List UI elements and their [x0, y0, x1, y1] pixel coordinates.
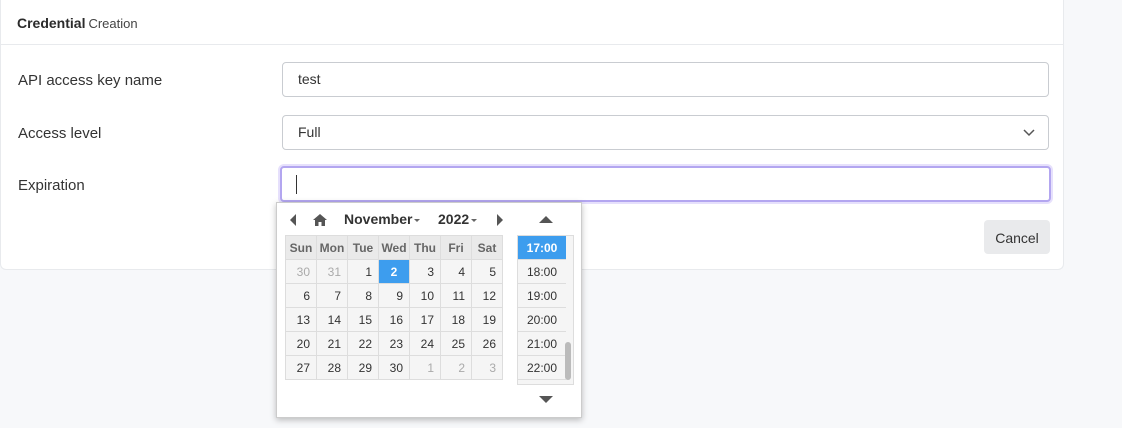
- caret-down-icon: [414, 218, 421, 222]
- time-option[interactable]: 18:00: [518, 260, 566, 284]
- time-option[interactable]: 21:00: [518, 332, 566, 356]
- calendar-day-selected[interactable]: 2: [378, 259, 410, 284]
- text-caret: [296, 175, 297, 194]
- weekday-header: Mon: [316, 235, 348, 260]
- api-key-name-label: API access key name: [18, 72, 163, 89]
- calendar-day[interactable]: 7: [316, 283, 348, 308]
- calendar-week-row: 13 14 15 16 17 18 19: [285, 307, 503, 332]
- calendar-day[interactable]: 15: [347, 307, 379, 332]
- weekday-header: Sat: [471, 235, 503, 260]
- calendar-day[interactable]: 30: [378, 355, 410, 380]
- calendar-day[interactable]: 30: [285, 259, 317, 284]
- time-option[interactable]: 19:00: [518, 284, 566, 308]
- calendar-day[interactable]: 1: [347, 259, 379, 284]
- calendar-day[interactable]: 13: [285, 307, 317, 332]
- time-option-selected[interactable]: 17:00: [518, 236, 566, 260]
- calendar-day[interactable]: 3: [471, 355, 503, 380]
- calendar-day[interactable]: 26: [471, 331, 503, 356]
- card-subtitle: Creation: [88, 16, 138, 31]
- card-header: Credential Creation: [1, 0, 1063, 45]
- calendar-day[interactable]: 22: [347, 331, 379, 356]
- calendar-week-row: 6 7 8 9 10 11 12: [285, 283, 503, 308]
- time-scroll-down-icon[interactable]: [539, 396, 553, 403]
- calendar-day[interactable]: 16: [378, 307, 410, 332]
- calendar-day[interactable]: 5: [471, 259, 503, 284]
- card-title: Credential: [17, 15, 86, 31]
- weekday-header: Tue: [347, 235, 379, 260]
- weekday-header: Thu: [409, 235, 441, 260]
- time-scrollbar[interactable]: [565, 342, 571, 380]
- calendar-day[interactable]: 11: [440, 283, 472, 308]
- access-level-value: Full: [298, 124, 321, 140]
- chevron-down-icon: [1023, 129, 1035, 137]
- calendar-day[interactable]: 2: [440, 355, 472, 380]
- calendar-day[interactable]: 25: [440, 331, 472, 356]
- calendar-day[interactable]: 4: [440, 259, 472, 284]
- weekday-header: Fri: [440, 235, 472, 260]
- calendar-day[interactable]: 18: [440, 307, 472, 332]
- year-select[interactable]: 2022: [438, 211, 478, 227]
- time-list: 17:00 18:00 19:00 20:00 21:00 22:00: [517, 235, 574, 385]
- month-label: November: [344, 211, 413, 227]
- calendar-day[interactable]: 31: [316, 259, 348, 284]
- calendar-day[interactable]: 10: [409, 283, 441, 308]
- caret-down-icon: [471, 218, 478, 222]
- access-level-label: Access level: [18, 125, 102, 142]
- calendar-day[interactable]: 27: [285, 355, 317, 380]
- calendar-day[interactable]: 14: [316, 307, 348, 332]
- time-scroll-up-icon[interactable]: [539, 216, 553, 223]
- prev-month-icon[interactable]: [288, 213, 298, 227]
- api-key-name-input[interactable]: test: [282, 62, 1049, 97]
- calendar-week-row: 20 21 22 23 24 25 26: [285, 331, 503, 356]
- calendar-week-row: 30 31 1 2 3 4 5: [285, 259, 503, 284]
- weekday-header: Sun: [285, 235, 317, 260]
- year-label: 2022: [438, 211, 470, 227]
- month-select[interactable]: November: [344, 211, 421, 227]
- calendar-body: 30 31 1 2 3 4 5 6 7 8 9 10 11 12 13 14 15 16 17 18 19 20 21 22 2…: [285, 259, 503, 380]
- calendar-day[interactable]: 28: [316, 355, 348, 380]
- calendar-week-row: 27 28 29 30 1 2 3: [285, 355, 503, 380]
- calendar-day[interactable]: 19: [471, 307, 503, 332]
- calendar-day[interactable]: 17: [409, 307, 441, 332]
- calendar-day[interactable]: 12: [471, 283, 503, 308]
- calendar-day[interactable]: 23: [378, 331, 410, 356]
- calendar-day[interactable]: 21: [316, 331, 348, 356]
- expiration-input[interactable]: [280, 166, 1051, 202]
- calendar-day[interactable]: 6: [285, 283, 317, 308]
- next-month-icon[interactable]: [495, 213, 505, 227]
- access-level-select[interactable]: Full: [282, 115, 1049, 150]
- calendar-day[interactable]: 8: [347, 283, 379, 308]
- weekday-header-row: Sun Mon Tue Wed Thu Fri Sat: [285, 235, 503, 260]
- calendar-day[interactable]: 3: [409, 259, 441, 284]
- calendar-day[interactable]: 24: [409, 331, 441, 356]
- expiration-label: Expiration: [18, 177, 85, 194]
- calendar-day[interactable]: 29: [347, 355, 379, 380]
- home-icon[interactable]: [312, 213, 328, 227]
- calendar-day[interactable]: 1: [409, 355, 441, 380]
- calendar-day[interactable]: 9: [378, 283, 410, 308]
- datetime-picker: November 2022 Sun Mon Tue Wed Thu Fri Sat 30 31…: [276, 202, 582, 418]
- cancel-button[interactable]: Cancel: [984, 220, 1050, 254]
- time-option[interactable]: 22:00: [518, 356, 566, 380]
- calendar-grid: Sun Mon Tue Wed Thu Fri Sat 30 31 1 2 3 4 5 6 7 8 9 10 11 1…: [285, 235, 503, 380]
- weekday-header: Wed: [378, 235, 410, 260]
- time-option[interactable]: 20:00: [518, 308, 566, 332]
- calendar-day[interactable]: 20: [285, 331, 317, 356]
